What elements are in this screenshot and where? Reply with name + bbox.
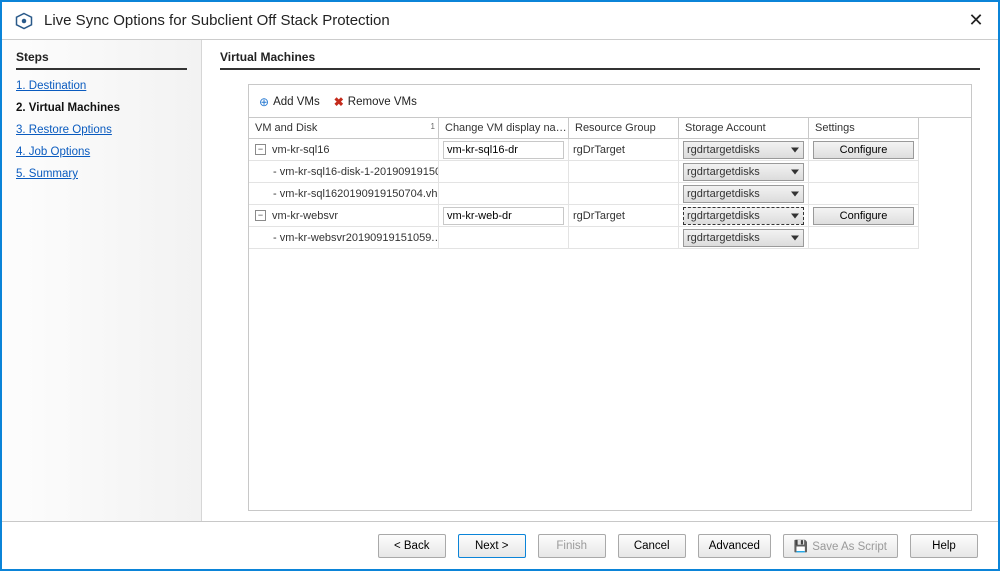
configure-button[interactable]: Configure <box>813 207 914 225</box>
vm-toolbar: ⊕ Add VMs ✖ Remove VMs <box>249 85 971 117</box>
vm-grid: VM and Disk Change VM display na… Resour… <box>249 117 971 249</box>
table-row: - vm-kr-sql16-disk-1-20190919150… rgdrta… <box>249 161 971 183</box>
vm-name-cell[interactable]: − vm-kr-sql16 <box>249 139 439 161</box>
remove-icon: ✖ <box>334 95 344 109</box>
grid-header: VM and Disk Change VM display na… Resour… <box>249 118 971 139</box>
advanced-button[interactable]: Advanced <box>698 534 771 558</box>
display-name-cell <box>439 139 569 161</box>
help-button[interactable]: Help <box>910 534 978 558</box>
storage-combo[interactable]: rgdrtargetdisks <box>683 163 804 181</box>
step-destination[interactable]: 1. Destination <box>16 80 187 92</box>
storage-combo[interactable]: rgdrtargetdisks <box>683 229 804 247</box>
add-vms-button[interactable]: ⊕ Add VMs <box>259 95 320 109</box>
add-vms-label: Add VMs <box>273 96 320 108</box>
cancel-button[interactable]: Cancel <box>618 534 686 558</box>
finish-button: Finish <box>538 534 606 558</box>
steps-sidebar: Steps 1. Destination 2. Virtual Machines… <box>2 40 202 521</box>
dialog-window: Live Sync Options for Subclient Off Stac… <box>0 0 1000 571</box>
main-panel: Virtual Machines ⊕ Add VMs ✖ Remove VMs … <box>202 40 998 521</box>
remove-vms-label: Remove VMs <box>348 96 417 108</box>
step-virtual-machines[interactable]: 2. Virtual Machines <box>16 102 187 114</box>
table-row: − vm-kr-sql16 rgDrTarget rgdrtargetdisks… <box>249 139 971 161</box>
table-row: - vm-kr-sql1620190919150704.vhd rgdrtarg… <box>249 183 971 205</box>
steps-heading: Steps <box>16 50 187 70</box>
vm-name: vm-kr-sql16 <box>272 144 329 156</box>
save-icon: 💾 <box>794 541 808 553</box>
col-storage-account[interactable]: Storage Account <box>679 118 809 139</box>
back-button[interactable]: < Back <box>378 534 446 558</box>
display-name-input[interactable] <box>443 141 564 159</box>
remove-vms-button[interactable]: ✖ Remove VMs <box>334 95 417 109</box>
storage-cell: rgdrtargetdisks <box>679 227 809 249</box>
next-button[interactable]: Next > <box>458 534 526 558</box>
storage-cell: rgdrtargetdisks <box>679 205 809 227</box>
display-name-input[interactable] <box>443 207 564 225</box>
dialog-body: Steps 1. Destination 2. Virtual Machines… <box>2 40 998 521</box>
step-job-options[interactable]: 4. Job Options <box>16 146 187 158</box>
collapse-icon[interactable]: − <box>255 210 266 221</box>
disk-name-cell[interactable]: - vm-kr-sql1620190919150704.vhd <box>249 183 439 205</box>
storage-cell: rgdrtargetdisks <box>679 183 809 205</box>
dialog-footer: < Back Next > Finish Cancel Advanced 💾Sa… <box>2 521 998 569</box>
close-button[interactable]: ✕ <box>966 11 986 31</box>
vm-name: vm-kr-websvr <box>272 210 338 222</box>
storage-cell: rgdrtargetdisks <box>679 161 809 183</box>
col-display-name[interactable]: Change VM display na… <box>439 118 569 139</box>
col-settings[interactable]: Settings <box>809 118 919 139</box>
settings-cell: Configure <box>809 139 919 161</box>
display-name-cell <box>439 205 569 227</box>
add-icon: ⊕ <box>259 95 269 109</box>
col-resource-group[interactable]: Resource Group <box>569 118 679 139</box>
window-title: Live Sync Options for Subclient Off Stac… <box>44 12 390 29</box>
storage-combo[interactable]: rgdrtargetdisks <box>683 185 804 203</box>
app-icon <box>14 11 34 31</box>
disk-name-cell[interactable]: - vm-kr-sql16-disk-1-20190919150… <box>249 161 439 183</box>
save-as-script-button: 💾Save As Script <box>783 534 898 558</box>
titlebar: Live Sync Options for Subclient Off Stac… <box>2 2 998 40</box>
step-restore-options[interactable]: 3. Restore Options <box>16 124 187 136</box>
content-pane: ⊕ Add VMs ✖ Remove VMs VM and Disk Chang… <box>248 84 972 511</box>
resource-group-cell: rgDrTarget <box>569 139 679 161</box>
table-row: − vm-kr-websvr rgDrTarget rgdrtargetdisk… <box>249 205 971 227</box>
col-vm-and-disk[interactable]: VM and Disk <box>249 118 439 139</box>
step-summary[interactable]: 5. Summary <box>16 168 187 180</box>
configure-button[interactable]: Configure <box>813 141 914 159</box>
storage-combo[interactable]: rgdrtargetdisks <box>683 141 804 159</box>
disk-name-cell[interactable]: - vm-kr-websvr20190919151059.… <box>249 227 439 249</box>
storage-cell: rgdrtargetdisks <box>679 139 809 161</box>
vm-name-cell[interactable]: − vm-kr-websvr <box>249 205 439 227</box>
table-row: - vm-kr-websvr20190919151059.… rgdrtarge… <box>249 227 971 249</box>
main-heading: Virtual Machines <box>220 50 980 70</box>
resource-group-cell: rgDrTarget <box>569 205 679 227</box>
settings-cell: Configure <box>809 205 919 227</box>
collapse-icon[interactable]: − <box>255 144 266 155</box>
storage-combo[interactable]: rgdrtargetdisks <box>683 207 804 225</box>
